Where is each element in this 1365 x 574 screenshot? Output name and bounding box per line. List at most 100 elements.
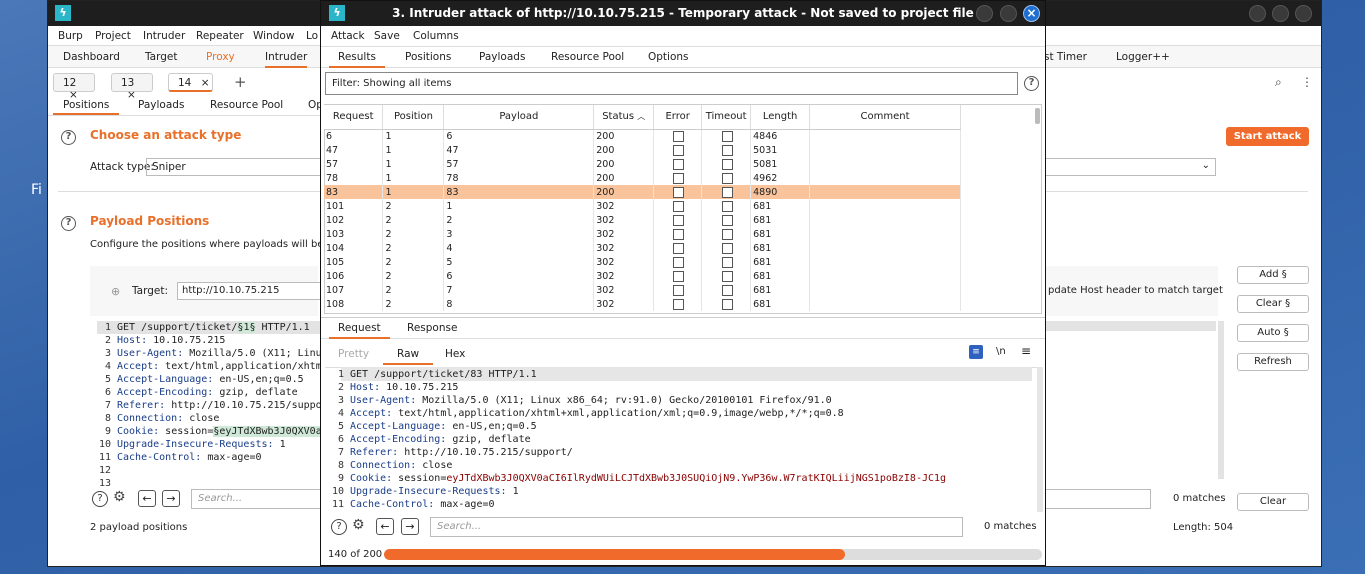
code-value: en-US,en;q=0.5 bbox=[213, 374, 304, 385]
previous-match-button[interactable]: ← bbox=[376, 518, 394, 535]
tab-timer[interactable]: st Timer bbox=[1044, 51, 1087, 63]
next-match-button[interactable]: → bbox=[401, 518, 419, 535]
menu-intruder[interactable]: Intruder bbox=[143, 30, 185, 42]
table-row[interactable]: 106 2 6 302 681 bbox=[324, 269, 961, 283]
tab-target[interactable]: Target bbox=[145, 51, 177, 63]
tab-logger[interactable]: Logger++ bbox=[1116, 51, 1170, 63]
col-payload[interactable]: Payload bbox=[443, 105, 595, 130]
tab-raw[interactable]: Raw bbox=[383, 348, 434, 365]
col-error[interactable]: Error bbox=[653, 105, 703, 130]
tab-positions[interactable]: Positions bbox=[53, 99, 120, 115]
close-icon[interactable]: × bbox=[1023, 5, 1040, 22]
update-host-checkbox-label[interactable]: pdate Host header to match target bbox=[1048, 285, 1223, 296]
table-row[interactable]: 83 1 83 200 4890 bbox=[324, 185, 961, 199]
table-row[interactable]: 102 2 2 302 681 bbox=[324, 213, 961, 227]
menu-lo[interactable]: Lo bbox=[306, 30, 318, 42]
help-icon[interactable]: ? bbox=[1024, 76, 1039, 91]
maximize-button[interactable] bbox=[1000, 5, 1017, 22]
auto-marker-button[interactable]: Auto § bbox=[1237, 324, 1309, 342]
next-match-button[interactable]: → bbox=[162, 490, 180, 507]
tab-payloads[interactable]: Payloads bbox=[138, 99, 184, 111]
search-input[interactable]: Search... bbox=[430, 517, 963, 537]
request-tab-active[interactable]: 14 × bbox=[168, 73, 213, 92]
menu-save[interactable]: Save bbox=[374, 30, 400, 42]
viewer-scrollbar[interactable] bbox=[1037, 367, 1043, 512]
table-row[interactable]: 105 2 5 302 681 bbox=[324, 255, 961, 269]
minimize-button[interactable] bbox=[1249, 5, 1266, 22]
tab-payloads[interactable]: Payloads bbox=[479, 51, 525, 63]
results-scrollbar[interactable] bbox=[1035, 108, 1040, 124]
tab-response[interactable]: Response bbox=[407, 322, 457, 334]
table-row[interactable]: 78 1 78 200 4962 bbox=[324, 171, 961, 185]
maximize-button[interactable] bbox=[1272, 5, 1289, 22]
help-icon[interactable]: ? bbox=[92, 491, 108, 507]
code-line: 7 Referer: http://10.10.75.215/suppor bbox=[97, 399, 322, 412]
menu-icon[interactable]: ≡ bbox=[1021, 344, 1031, 358]
menu-project[interactable]: Project bbox=[95, 30, 131, 42]
previous-match-button[interactable]: ← bbox=[138, 490, 156, 507]
attack-type-select-end[interactable]: ⌄ bbox=[1046, 158, 1216, 176]
newline-toggle[interactable]: \n bbox=[996, 346, 1006, 357]
settings-gear-icon[interactable]: ⚙ bbox=[113, 489, 126, 505]
table-row[interactable]: 57 1 57 200 5081 bbox=[324, 157, 961, 171]
minimize-button[interactable] bbox=[976, 5, 993, 22]
settings-gear-icon[interactable]: ⚙ bbox=[352, 517, 365, 533]
menu-columns[interactable]: Columns bbox=[413, 30, 459, 42]
tab-options[interactable]: Options bbox=[648, 51, 689, 63]
help-icon[interactable]: ? bbox=[61, 216, 76, 231]
table-row[interactable]: 6 1 6 200 4846 bbox=[324, 129, 961, 143]
tab-dashboard[interactable]: Dashboard bbox=[63, 51, 120, 63]
table-row[interactable]: 107 2 7 302 681 bbox=[324, 283, 961, 297]
editor-scrollbar[interactable] bbox=[1218, 321, 1224, 479]
tab-hex[interactable]: Hex bbox=[445, 348, 465, 360]
add-tab-button[interactable]: + bbox=[234, 73, 247, 91]
menu-burp[interactable]: Burp bbox=[58, 30, 83, 42]
menu-window[interactable]: Window bbox=[253, 30, 294, 42]
tab-results[interactable]: Results bbox=[329, 51, 385, 68]
help-icon[interactable]: ? bbox=[331, 519, 347, 535]
search-input[interactable]: Search... bbox=[191, 489, 321, 509]
add-marker-button[interactable]: Add § bbox=[1237, 266, 1309, 284]
cell-payload: 6 bbox=[443, 129, 595, 143]
word-wrap-icon[interactable]: ≡ bbox=[969, 345, 983, 359]
refresh-button[interactable]: Refresh bbox=[1237, 353, 1309, 371]
table-row[interactable]: 101 2 1 302 681 bbox=[324, 199, 961, 213]
search-icon[interactable]: ⌕ bbox=[1275, 75, 1282, 90]
clear-button[interactable]: Clear bbox=[1237, 493, 1309, 511]
col-timeout[interactable]: Timeout bbox=[701, 105, 752, 130]
clear-marker-button[interactable]: Clear § bbox=[1237, 295, 1309, 313]
tab-pretty[interactable]: Pretty bbox=[338, 348, 369, 360]
more-options-icon[interactable]: ⋮ bbox=[1301, 75, 1313, 89]
cell-position: 1 bbox=[382, 157, 445, 171]
col-request[interactable]: Request bbox=[324, 105, 384, 130]
attack-type-select[interactable]: Sniper bbox=[146, 158, 321, 176]
table-row[interactable]: 104 2 4 302 681 bbox=[324, 241, 961, 255]
table-row[interactable]: 103 2 3 302 681 bbox=[324, 227, 961, 241]
help-icon[interactable]: ? bbox=[61, 130, 76, 145]
search-input-end[interactable] bbox=[1046, 489, 1151, 509]
results-filter-bar[interactable]: Filter: Showing all items bbox=[325, 72, 1018, 95]
burp-logo-icon: ϟ bbox=[55, 5, 71, 21]
tab-intruder[interactable]: Intruder bbox=[265, 51, 308, 68]
tab-resource-pool[interactable]: Resource Pool bbox=[551, 51, 624, 63]
target-input[interactable]: http://10.10.75.215 bbox=[177, 282, 322, 300]
request-tab[interactable]: 12 × bbox=[53, 73, 95, 101]
col-length[interactable]: Length bbox=[750, 105, 811, 130]
col-comment[interactable]: Comment bbox=[809, 105, 961, 130]
menu-repeater[interactable]: Repeater bbox=[196, 30, 244, 42]
table-row[interactable]: 47 1 47 200 5031 bbox=[324, 143, 961, 157]
tab-proxy[interactable]: Proxy bbox=[206, 51, 235, 63]
start-attack-button[interactable]: Start attack bbox=[1226, 127, 1309, 146]
close-button[interactable] bbox=[1295, 5, 1312, 22]
table-row[interactable]: 108 2 8 302 681 bbox=[324, 297, 961, 311]
menu-attack[interactable]: Attack bbox=[331, 30, 365, 42]
request-tab[interactable]: 13 × bbox=[111, 73, 153, 101]
tab-resource-pool[interactable]: Resource Pool bbox=[210, 99, 283, 111]
col-position[interactable]: Position bbox=[382, 105, 445, 130]
code-value: close bbox=[183, 413, 220, 424]
close-icon[interactable]: × bbox=[201, 77, 210, 89]
tab-request[interactable]: Request bbox=[329, 322, 390, 339]
tab-positions[interactable]: Positions bbox=[405, 51, 451, 63]
col-status[interactable]: Status ︿ bbox=[593, 105, 655, 130]
cell-comment bbox=[809, 255, 961, 269]
